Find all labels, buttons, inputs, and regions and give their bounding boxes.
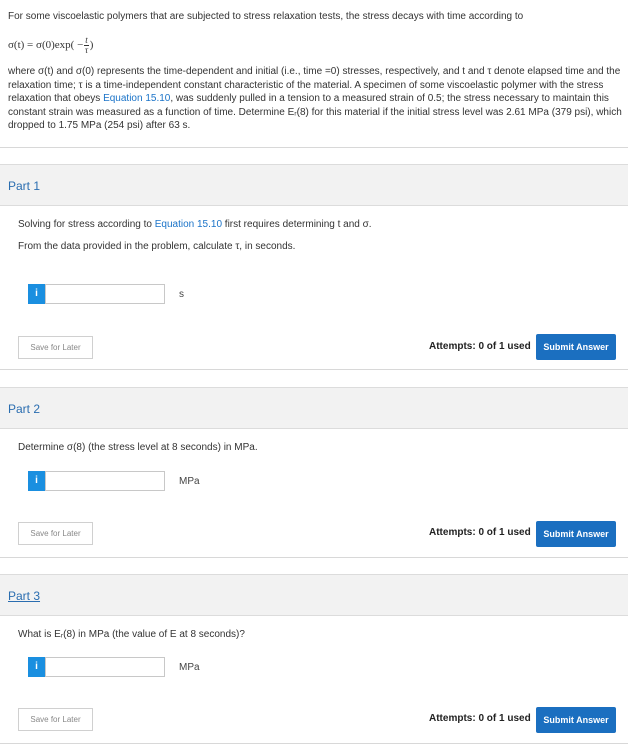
divider	[0, 369, 628, 370]
part-3-unit: MPa	[179, 662, 200, 673]
intro-text: For some viscoelastic polymers that are …	[8, 11, 524, 22]
part-1-header: Part 1	[0, 164, 628, 206]
part-1-submit-button[interactable]: Submit Answer	[536, 334, 616, 360]
formula-rhs: )	[89, 39, 94, 52]
part-1-text-b: first requires determining t and σ.	[222, 219, 372, 230]
part-1-attempts: Attempts: 0 of 1 used	[429, 341, 531, 352]
part-1-save-button[interactable]: Save for Later	[18, 336, 93, 359]
part-2-header: Part 2	[0, 387, 628, 429]
part-2-unit: MPa	[179, 476, 200, 487]
part-2-answer-input[interactable]	[45, 471, 165, 491]
part-3-save-button[interactable]: Save for Later	[18, 708, 93, 731]
part-2-question: Determine σ(8) (the stress level at 8 se…	[18, 442, 258, 453]
formula-fraction: tτ	[84, 36, 89, 55]
formula-denominator: τ	[84, 45, 89, 55]
part-3-question: What is Eᵣ(8) in MPa (the value of E at …	[18, 629, 245, 640]
part-1-equation-link[interactable]: Equation 15.10	[155, 219, 222, 230]
part-3-submit-button[interactable]: Submit Answer	[536, 707, 616, 733]
info-icon[interactable]: i	[28, 284, 45, 304]
part-3-header: Part 3	[0, 574, 628, 616]
part-3-attempts: Attempts: 0 of 1 used	[429, 713, 531, 724]
part-3-title[interactable]: Part 3	[8, 589, 40, 603]
stress-decay-formula: σ(t) = σ(0)exp( − t τ)	[8, 36, 93, 55]
divider	[0, 743, 628, 744]
part-2-attempts: Attempts: 0 of 1 used	[429, 527, 531, 538]
divider	[0, 557, 628, 558]
part-1-question-line-2: From the data provided in the problem, c…	[18, 241, 296, 252]
part-2-title: Part 2	[8, 402, 41, 416]
divider	[0, 147, 628, 148]
part-3-answer-input[interactable]	[45, 657, 165, 677]
part-1-answer-input[interactable]	[45, 284, 165, 304]
part-2-submit-button[interactable]: Submit Answer	[536, 521, 616, 547]
problem-statement: where σ(t) and σ(0) represents the time-…	[8, 65, 622, 133]
part-1-question-line-1: Solving for stress according to Equation…	[18, 218, 372, 232]
part-2-save-button[interactable]: Save for Later	[18, 522, 93, 545]
info-icon[interactable]: i	[28, 471, 45, 491]
equation-link[interactable]: Equation 15.10	[103, 93, 170, 104]
part-1-text: Solving for stress according to	[18, 219, 155, 230]
part-1-title: Part 1	[8, 179, 41, 193]
info-icon[interactable]: i	[28, 657, 45, 677]
problem-intro: For some viscoelastic polymers that are …	[8, 10, 622, 24]
part-1-unit: s	[179, 289, 184, 300]
formula-lhs: σ(t) = σ(0)exp( −	[8, 39, 84, 52]
